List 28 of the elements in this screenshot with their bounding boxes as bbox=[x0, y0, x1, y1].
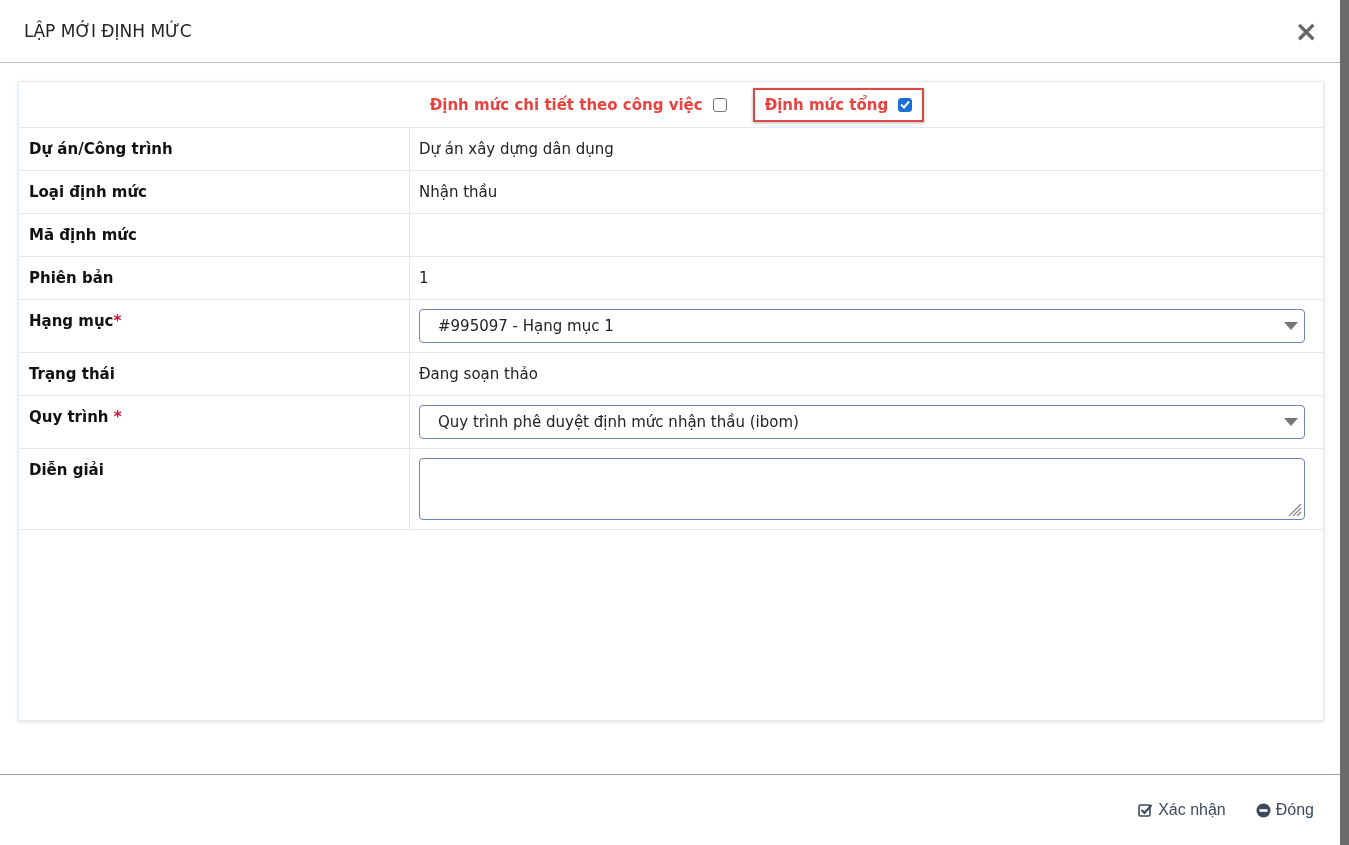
field-label: Dự án/Công trình bbox=[19, 128, 410, 170]
dialog-title: LẬP MỚI ĐỊNH MỨC bbox=[24, 21, 192, 41]
field-label: Trạng thái bbox=[19, 353, 410, 395]
field-label: Phiên bản bbox=[19, 257, 410, 299]
field-label: Quy trình * bbox=[19, 396, 410, 448]
field-value: 1 bbox=[419, 269, 429, 287]
resize-grip-icon bbox=[1286, 501, 1302, 517]
field-label: Mã định mức bbox=[19, 214, 410, 256]
confirm-button[interactable]: Xác nhận bbox=[1138, 801, 1226, 819]
select-field[interactable]: Quy trình phê duyệt định mức nhận thầu (ibom) bbox=[419, 405, 1305, 439]
field-value: Đang soạn thảo bbox=[419, 365, 538, 383]
field-value: Dự án xây dựng dân dụng bbox=[419, 140, 614, 158]
textarea-field[interactable] bbox=[419, 458, 1305, 520]
minus-circle-icon bbox=[1255, 802, 1271, 818]
option-label: Định mức tổng bbox=[764, 95, 889, 114]
dropdown-caret-icon bbox=[1284, 418, 1298, 426]
close-button[interactable]: × bbox=[1294, 14, 1318, 48]
dropdown-caret-icon bbox=[1284, 322, 1298, 330]
select-field[interactable]: #995097 - Hạng mục 1 bbox=[419, 309, 1305, 343]
field-label: Diễn giải bbox=[19, 449, 410, 529]
checkbox[interactable] bbox=[712, 97, 727, 112]
field-value: Nhận thầu bbox=[419, 183, 498, 201]
field-label: Loại định mức bbox=[19, 171, 410, 213]
checkbox-icon bbox=[1138, 803, 1154, 817]
option-label: Định mức chi tiết theo công việc bbox=[429, 95, 703, 114]
field-label: Hạng mục* bbox=[19, 300, 410, 352]
checkbox[interactable] bbox=[898, 97, 913, 112]
close-dialog-button[interactable]: Đóng bbox=[1255, 801, 1314, 819]
